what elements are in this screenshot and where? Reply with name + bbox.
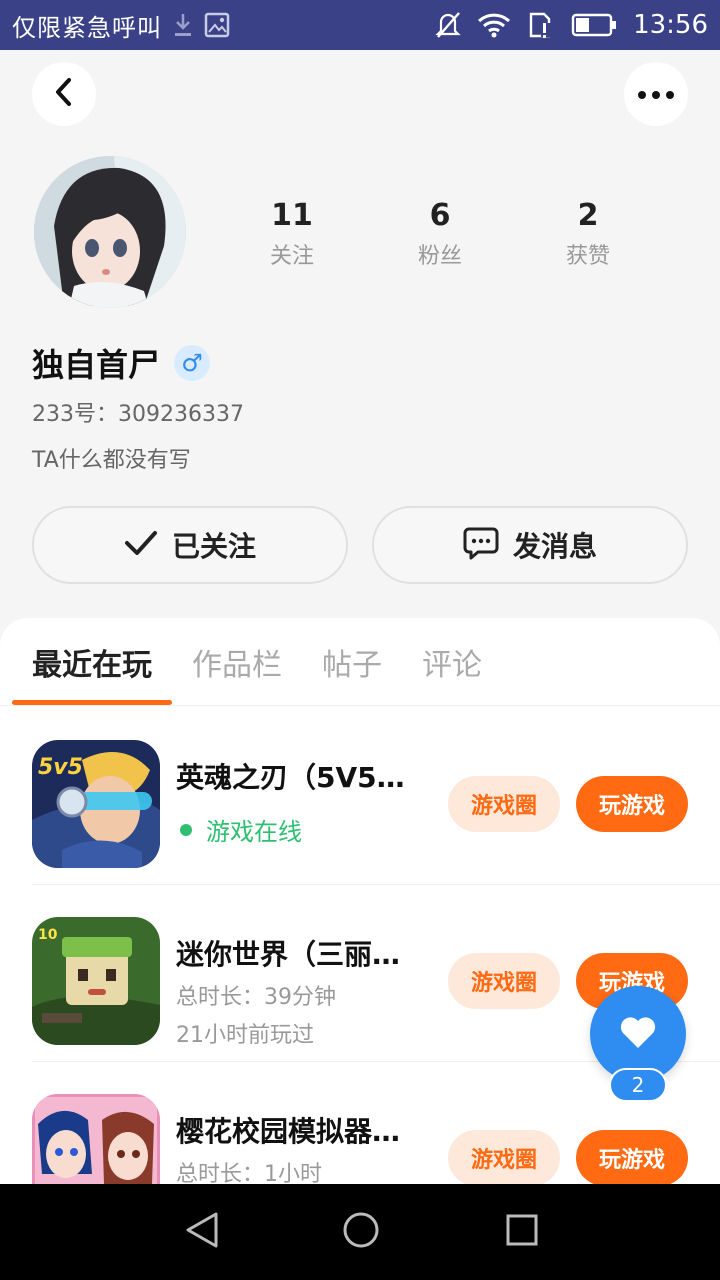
game-duration: 总时长：39分钟 <box>176 985 336 1010</box>
stat-label: 关注 <box>269 244 314 269</box>
send-message-label: 发消息 <box>512 530 597 563</box>
name-row: 独自首尸 ♂ <box>32 340 211 386</box>
triangle-back-icon <box>184 1211 220 1253</box>
carrier-text: 仅限紧急呼叫 <box>12 13 162 42</box>
download-icon <box>172 12 194 38</box>
wifi-icon <box>477 12 511 38</box>
male-gender-icon: ♂ <box>174 345 211 381</box>
stat-label: 粉丝 <box>417 244 462 269</box>
play-game-button[interactable]: 玩游戏 <box>576 776 688 832</box>
game-circle-button[interactable]: 游戏圈 <box>448 953 560 1009</box>
send-message-button[interactable]: 发消息 <box>372 506 688 584</box>
list-item[interactable]: 5v5 英魂之刃（5V5英... 游戏在线 游戏圈 玩游戏 <box>0 708 720 885</box>
game-icon-sakura-school[interactable] <box>32 1094 160 1184</box>
game-duration: 总时长：1小时 <box>176 1162 322 1184</box>
status-bar: 仅限紧急呼叫 13:56 <box>0 0 720 50</box>
avatar[interactable] <box>34 156 186 308</box>
stat-label: 获赞 <box>565 244 610 269</box>
followed-button[interactable]: 已关注 <box>32 506 348 584</box>
stat-value: 6 <box>429 198 451 233</box>
stat-likes[interactable]: 2 获赞 <box>528 196 648 270</box>
more-button[interactable] <box>624 62 688 126</box>
nav-recents-button[interactable] <box>502 1212 542 1252</box>
online-status-text: 游戏在线 <box>206 818 302 846</box>
online-status: 游戏在线 <box>176 812 302 847</box>
more-dots-icon <box>636 85 676 104</box>
game-title: 迷你世界（三丽鸥... <box>176 938 426 971</box>
tab-comments[interactable]: 评论 <box>422 640 482 684</box>
check-icon <box>124 530 158 560</box>
clock: 13:56 <box>633 10 708 40</box>
svg-text:10: 10 <box>38 927 58 943</box>
stat-followers[interactable]: 6 粉丝 <box>380 196 500 270</box>
like-count-badge: 2 <box>609 1068 667 1102</box>
user-id: 233号：309236337 <box>32 402 244 427</box>
play-game-button[interactable]: 玩游戏 <box>576 1130 688 1184</box>
tab-bar: 最近在玩 作品栏 帖子 评论 <box>0 618 720 706</box>
user-name: 独自首尸 <box>32 346 161 384</box>
online-dot-icon <box>180 823 192 836</box>
game-circle-button[interactable]: 游戏圈 <box>448 1130 560 1184</box>
game-icon-hero-blade[interactable]: 5v5 <box>32 740 160 868</box>
back-button[interactable] <box>32 62 96 126</box>
stat-value: 2 <box>577 198 599 233</box>
game-title: 英魂之刃（5V5英... <box>176 761 426 794</box>
svg-text:5v5: 5v5 <box>38 755 83 780</box>
gender-symbol: ♂ <box>181 349 203 377</box>
tab-posts[interactable]: 帖子 <box>322 640 382 684</box>
game-last-played: 21小时前玩过 <box>176 1023 314 1048</box>
user-bio: TA什么都没有写 <box>32 448 191 473</box>
nav-back-button[interactable] <box>182 1212 222 1252</box>
mute-icon <box>435 11 461 39</box>
stat-following[interactable]: 11 关注 <box>232 196 352 270</box>
tab-indicator <box>12 700 172 705</box>
sim-icon <box>527 11 555 39</box>
chevron-left-icon <box>52 77 76 111</box>
game-title: 樱花校园模拟器测... <box>176 1115 426 1148</box>
followed-label: 已关注 <box>171 530 256 563</box>
tab-works[interactable]: 作品栏 <box>192 640 282 684</box>
battery-icon <box>571 13 617 37</box>
image-icon <box>204 12 230 38</box>
nav-home-button[interactable] <box>341 1212 381 1252</box>
system-nav-bar <box>0 1184 720 1280</box>
game-icon-mini-world[interactable]: 10 <box>32 917 160 1045</box>
tab-recently-played[interactable]: 最近在玩 <box>32 640 152 684</box>
content-card: 最近在玩 作品栏 帖子 评论 5v5 英魂之刃（5V5英... 游戏在线 游戏圈… <box>0 618 720 1184</box>
stat-value: 11 <box>271 198 313 233</box>
square-recents-icon <box>505 1213 539 1251</box>
circle-home-icon <box>342 1211 380 1253</box>
chat-bubble-icon <box>463 526 499 564</box>
heart-icon <box>618 1014 658 1054</box>
game-circle-button[interactable]: 游戏圈 <box>448 776 560 832</box>
